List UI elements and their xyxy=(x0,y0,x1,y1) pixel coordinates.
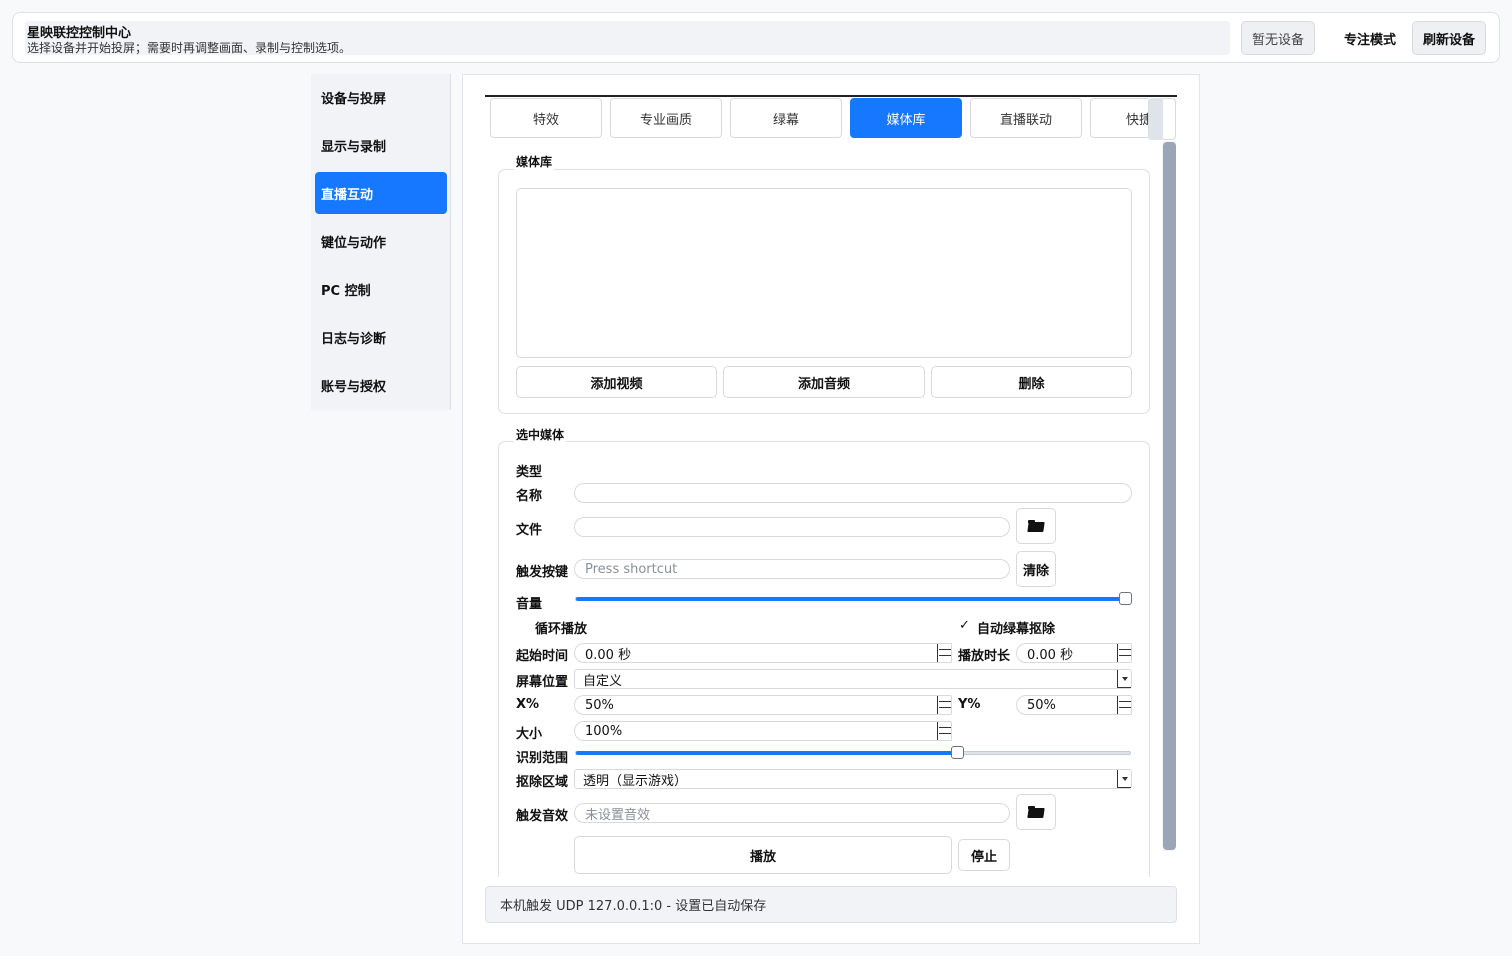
x-percent-label: X% xyxy=(516,697,540,712)
volume-slider-handle[interactable] xyxy=(1119,592,1132,605)
size-label: 大小 xyxy=(516,727,543,742)
y-percent-spinbox[interactable]: 50% xyxy=(1016,695,1132,715)
add-audio-button[interactable]: 添加音频 xyxy=(723,366,925,398)
start-time-spinbox[interactable]: 0.00 秒 xyxy=(574,643,952,663)
sidebar-item-display[interactable]: 显示与录制 xyxy=(315,124,447,166)
media-library-title: 媒体库 xyxy=(514,153,555,170)
auto-chroma-check-icon[interactable]: ✓ xyxy=(959,618,970,633)
focus-mode-button[interactable]: 专注模式 xyxy=(1333,21,1407,55)
volume-slider[interactable] xyxy=(575,592,1132,605)
duration-label: 播放时长 xyxy=(958,649,1011,664)
range-slider[interactable] xyxy=(575,746,1131,759)
y-percent-label: Y% xyxy=(958,697,981,712)
x-percent-value: 50% xyxy=(585,697,614,713)
selected-media-group: 类型 名称 文件 触发按键 Press shortcut 清除 音量 循环播放 … xyxy=(498,441,1150,877)
chevron-down-icon xyxy=(1117,670,1131,688)
vertical-scrollbar-thumb[interactable] xyxy=(1163,142,1176,850)
sidebar-item-live[interactable]: 直播互动 xyxy=(315,172,447,214)
browse-file-button[interactable] xyxy=(1016,508,1056,544)
browse-sound-button[interactable] xyxy=(1016,794,1056,830)
title-area: 星映联控控制中心 选择设备并开始投屏；需要时再调整画面、录制与控制选项。 xyxy=(25,21,1230,55)
refresh-devices-button[interactable]: 刷新设备 xyxy=(1412,21,1486,55)
size-spinbox[interactable]: 100% xyxy=(574,721,952,741)
size-value: 100% xyxy=(585,723,623,739)
size-stepper-icon[interactable] xyxy=(937,722,951,740)
keyout-select[interactable]: 透明（显示游戏） xyxy=(574,769,1132,789)
sidebar-item-logs[interactable]: 日志与诊断 xyxy=(315,316,447,358)
device-button[interactable]: 暂无设备 xyxy=(1241,21,1315,55)
start-time-value: 0.00 秒 xyxy=(585,647,632,663)
chevron-down-icon xyxy=(1117,770,1131,788)
sound-input[interactable]: 未设置音效 xyxy=(574,803,1010,823)
range-label: 识别范围 xyxy=(516,751,569,766)
name-label: 名称 xyxy=(516,489,543,504)
volume-slider-fill xyxy=(576,597,1125,601)
range-slider-handle[interactable] xyxy=(950,746,964,759)
loop-checkbox-label[interactable]: 循环播放 xyxy=(535,618,587,637)
file-input[interactable] xyxy=(574,517,1010,537)
sidebar: 设备与投屏 显示与录制 直播互动 键位与动作 PC 控制 日志与诊断 账号与授权 xyxy=(311,74,451,410)
tab-media-library[interactable]: 媒体库 xyxy=(850,98,962,138)
position-label: 屏幕位置 xyxy=(516,675,569,690)
position-select[interactable]: 自定义 xyxy=(574,669,1132,689)
sidebar-item-pc-control[interactable]: PC 控制 xyxy=(315,268,447,310)
y-stepper-icon[interactable] xyxy=(1117,696,1131,714)
sidebar-item-account[interactable]: 账号与授权 xyxy=(315,364,447,406)
sound-label: 触发音效 xyxy=(516,809,569,824)
tabs-divider xyxy=(485,95,1177,97)
tab-effects[interactable]: 特效 xyxy=(490,98,602,138)
play-button[interactable]: 播放 xyxy=(574,836,952,874)
stop-button[interactable]: 停止 xyxy=(958,839,1010,871)
delete-media-button[interactable]: 删除 xyxy=(931,366,1132,398)
top-header: 星映联控控制中心 选择设备并开始投屏；需要时再调整画面、录制与控制选项。 暂无设… xyxy=(12,12,1500,63)
keyout-value: 透明（显示游戏） xyxy=(583,773,688,789)
auto-chroma-checkbox-label[interactable]: 自动绿幕抠除 xyxy=(977,618,1055,637)
tabs-scroll-button[interactable] xyxy=(1148,98,1176,140)
duration-stepper-icon[interactable] xyxy=(1117,644,1131,662)
keyout-label: 抠除区域 xyxy=(516,775,569,790)
x-stepper-icon[interactable] xyxy=(937,696,951,714)
folder-open-icon xyxy=(1028,806,1044,818)
start-time-label: 起始时间 xyxy=(516,649,569,664)
tab-pro-quality[interactable]: 专业画质 xyxy=(610,98,722,138)
tab-green-screen[interactable]: 绿幕 xyxy=(730,98,842,138)
selected-media-viewport: 类型 名称 文件 触发按键 Press shortcut 清除 音量 循环播放 … xyxy=(498,441,1150,877)
folder-open-icon xyxy=(1028,520,1044,532)
tab-live-link[interactable]: 直播联动 xyxy=(970,98,1082,138)
media-list[interactable] xyxy=(516,188,1132,358)
add-video-button[interactable]: 添加视频 xyxy=(516,366,717,398)
main-panel: 特效 专业画质 绿幕 媒体库 直播联动 快捷 添加视频 添加音频 删除 媒体库 … xyxy=(462,74,1200,944)
hotkey-label: 触发按键 xyxy=(516,565,569,580)
media-library-group: 添加视频 添加音频 删除 xyxy=(498,169,1150,414)
hotkey-input[interactable]: Press shortcut xyxy=(574,559,1010,579)
duration-spinbox[interactable]: 0.00 秒 xyxy=(1016,643,1132,663)
position-value: 自定义 xyxy=(583,673,623,689)
start-time-stepper-icon[interactable] xyxy=(937,644,951,662)
tab-shortcuts[interactable]: 快捷 xyxy=(1090,98,1148,138)
clear-hotkey-button[interactable]: 清除 xyxy=(1016,551,1056,587)
duration-value: 0.00 秒 xyxy=(1027,647,1074,663)
x-percent-spinbox[interactable]: 50% xyxy=(574,695,952,715)
file-label: 文件 xyxy=(516,523,543,538)
volume-label: 音量 xyxy=(516,597,543,612)
range-slider-fill xyxy=(576,751,957,755)
name-input[interactable] xyxy=(574,483,1132,503)
type-label: 类型 xyxy=(516,465,543,480)
sidebar-item-devices[interactable]: 设备与投屏 xyxy=(315,76,447,118)
app-subtitle: 选择设备并开始投屏；需要时再调整画面、录制与控制选项。 xyxy=(27,41,352,55)
status-bar: 本机触发 UDP 127.0.0.1:0 - 设置已自动保存 xyxy=(485,886,1177,923)
selected-media-title: 选中媒体 xyxy=(514,426,567,443)
sidebar-item-keymap[interactable]: 键位与动作 xyxy=(315,220,447,262)
y-percent-value: 50% xyxy=(1027,697,1056,713)
